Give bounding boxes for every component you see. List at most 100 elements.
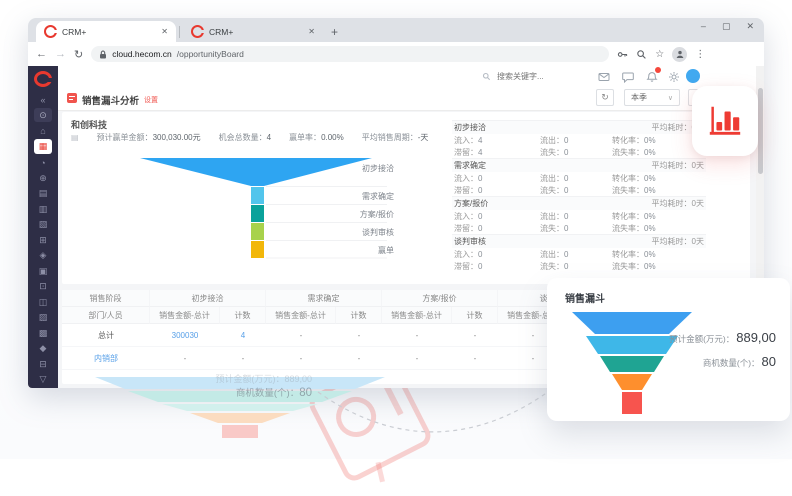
- stat-value: 0%: [644, 148, 656, 157]
- table-subheader-amount: 销售金额-总计: [150, 307, 220, 324]
- stat-value: 0: [564, 136, 568, 145]
- stat-value: 0: [478, 262, 482, 271]
- browser-tab-1[interactable]: CRM+ ✕: [36, 21, 176, 42]
- stage-stat-cell: 流入：0: [454, 173, 540, 184]
- table-cell: -: [452, 324, 498, 347]
- app-icon-1[interactable]: ◔: [34, 156, 52, 170]
- card-count-line: 商机数量(个)： 80: [703, 354, 776, 369]
- reload-button[interactable]: ↻: [74, 48, 83, 61]
- table-subheader-amount: 销售金额-总计: [382, 307, 452, 324]
- summary-label: 预计赢单金额：: [97, 133, 153, 142]
- table-cell[interactable]: 4: [220, 324, 266, 347]
- page-title-tag[interactable]: 设置: [144, 95, 158, 105]
- table-row-name[interactable]: 内销部: [62, 347, 150, 370]
- table-cell[interactable]: 300030: [150, 324, 220, 347]
- stat-label: 流出：: [540, 250, 564, 259]
- app-icon-11[interactable]: ▨: [34, 311, 52, 325]
- funnel-stage-label: 赢单: [344, 245, 394, 256]
- tab-close-icon[interactable]: ✕: [308, 27, 315, 36]
- back-button[interactable]: ←: [36, 48, 47, 60]
- tab-label: CRM+: [62, 27, 156, 37]
- new-tab-button[interactable]: +: [331, 25, 338, 39]
- refresh-button[interactable]: ↻: [596, 89, 614, 106]
- scrollbar-thumb[interactable]: [758, 88, 763, 174]
- funnel-board-icon[interactable]: ▦: [34, 139, 52, 154]
- card-amount-line: 预计金额(万元)： 889,00: [669, 330, 776, 345]
- table-cell: -: [266, 347, 336, 370]
- app-icon-15[interactable]: ▽: [34, 373, 52, 387]
- card-funnel-segment: [622, 392, 642, 414]
- stage-stat-cell: 流失：0: [540, 185, 612, 196]
- stage-stat-cell: 滞留：4: [454, 147, 540, 158]
- period-select[interactable]: 本季 ∨: [624, 89, 680, 106]
- app-icon-8[interactable]: ▣: [34, 264, 52, 278]
- gear-icon[interactable]: [668, 70, 680, 82]
- home-icon[interactable]: ⌂: [34, 124, 52, 138]
- app-icon-5[interactable]: ▧: [34, 218, 52, 232]
- search-icon: [482, 72, 491, 81]
- sidebar-icon-list: «⊙ ⌂▦ ◔⊕ ▤▥ ▧⊞ ◈▣ ⊡◫ ▨▩ ◆⊟ ▽: [34, 91, 52, 388]
- table-cell: -: [382, 324, 452, 347]
- table-row-name: 总计: [62, 324, 150, 347]
- stamp-foot: [376, 462, 385, 483]
- stat-value: 0: [564, 250, 568, 259]
- stat-label: 流失：: [540, 186, 564, 195]
- search-tab-icon[interactable]: [636, 49, 647, 60]
- browser-menu-icon[interactable]: ⋮: [695, 49, 705, 60]
- table-group-header: 方案/报价: [382, 290, 498, 307]
- app-icon-4[interactable]: ▥: [34, 202, 52, 216]
- bar-chart-icon: [706, 102, 744, 140]
- close-button[interactable]: ✕: [746, 21, 754, 32]
- search-input[interactable]: [495, 71, 609, 82]
- summary-value: -天: [418, 133, 429, 142]
- funnel-stage-label: 初步接洽: [344, 163, 394, 174]
- stat-value: 0: [478, 224, 482, 233]
- stat-value: 0: [478, 174, 482, 183]
- app-icon-14[interactable]: ⊟: [34, 357, 52, 371]
- minimize-button[interactable]: –: [701, 21, 706, 32]
- stat-label: 流失率：: [612, 148, 644, 157]
- stat-value: 0%: [644, 186, 656, 195]
- app-icon-6[interactable]: ⊞: [34, 233, 52, 247]
- stage-stat-block: 初步接洽平均耗时：0天流入：4流出：0转化率：0%滞留：4流失：0流失率：0%: [452, 120, 706, 158]
- address-path: /opportunityBoard: [177, 49, 244, 59]
- card-funnel-segment: [586, 336, 678, 354]
- stage-stat-header: 初步接洽平均耗时：0天: [452, 120, 706, 134]
- card-funnel-segment: [600, 356, 664, 372]
- app-icon-7[interactable]: ◈: [34, 249, 52, 263]
- address-bar[interactable]: cloud.hecom.cn/opportunityBoard: [91, 46, 609, 62]
- stage-stat-cell: 流入：4: [454, 135, 540, 146]
- app-icon-13[interactable]: ◆: [34, 342, 52, 356]
- tab-close-icon[interactable]: ✕: [161, 27, 168, 36]
- table-corner-top: 销售阶段: [62, 290, 150, 307]
- collapse-sidebar-icon[interactable]: «: [34, 93, 52, 107]
- stage-avg-duration: 平均耗时：0天: [652, 198, 704, 209]
- app-icon-3[interactable]: ▤: [34, 187, 52, 201]
- browser-toolbar: ← → ↻ cloud.hecom.cn/opportunityBoard ☆ …: [28, 42, 764, 67]
- stat-label: 转化率：: [612, 250, 644, 259]
- table-cell: -: [452, 347, 498, 370]
- app-icon-2[interactable]: ⊕: [34, 171, 52, 185]
- floating-chart-icon-card: [692, 86, 758, 156]
- browser-profile-avatar[interactable]: [672, 47, 687, 62]
- sidebar-search-icon[interactable]: ⊙: [34, 108, 52, 122]
- app-icon-9[interactable]: ⊡: [34, 280, 52, 294]
- app-icon-10[interactable]: ◫: [34, 295, 52, 309]
- maximize-button[interactable]: ▢: [722, 21, 731, 32]
- stat-label: 转化率：: [612, 136, 644, 145]
- window-controls: – ▢ ✕: [701, 21, 754, 32]
- bell-icon[interactable]: [646, 70, 658, 82]
- bookmark-star-icon[interactable]: ☆: [655, 49, 664, 60]
- forward-button[interactable]: →: [55, 48, 66, 60]
- stat-value: 0%: [644, 174, 656, 183]
- browser-tab-2[interactable]: CRM+ ✕: [183, 21, 323, 42]
- chat-icon[interactable]: [622, 70, 634, 82]
- app-icon-12[interactable]: ▩: [34, 326, 52, 340]
- user-avatar[interactable]: [686, 69, 700, 83]
- stat-value: 0: [564, 262, 568, 271]
- stat-value: 4: [478, 148, 482, 157]
- table-cell: -: [150, 347, 220, 370]
- table-subheader-count: 计数: [220, 307, 266, 324]
- mail-icon[interactable]: [598, 70, 610, 82]
- key-icon[interactable]: [617, 49, 628, 60]
